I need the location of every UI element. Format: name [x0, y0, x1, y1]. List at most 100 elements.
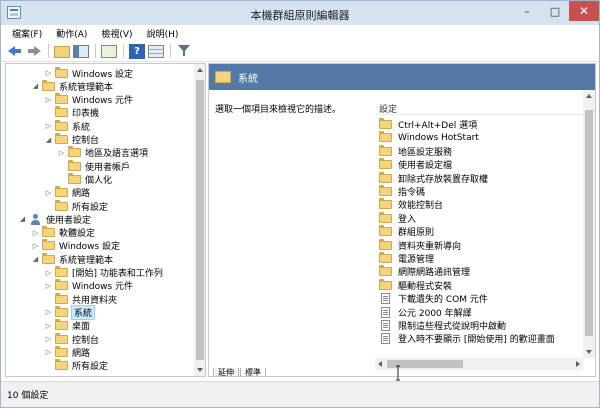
tree-item[interactable]: ▷ 控制台 [44, 332, 99, 346]
expand-arrow-icon[interactable]: ▷ [44, 69, 53, 77]
folder-icon [42, 239, 55, 251]
scroll-up-icon[interactable] [586, 94, 592, 98]
collapse-arrow-icon[interactable]: ◢ [31, 255, 40, 263]
scroll-up-icon[interactable] [197, 68, 203, 72]
tree-item[interactable]: 使用者帳戶 [57, 159, 130, 173]
menu-file[interactable]: 檔案(F) [5, 27, 49, 40]
tree-item[interactable]: ▷ [開始] 功能表和工作列 [44, 266, 163, 280]
tree-item[interactable]: ◢ 系統管理範本 [31, 79, 113, 93]
list-item[interactable]: 公元 2000 年解譯 [379, 306, 472, 319]
show-pane-icon[interactable] [73, 44, 89, 58]
tree-item[interactable]: ▷ 桌面 [44, 319, 90, 333]
list-item[interactable]: 資料夾重新導向 [379, 238, 461, 252]
tree-vertical-scrollbar[interactable] [194, 64, 205, 376]
scroll-down-icon[interactable] [586, 350, 592, 354]
tree-scroll-thumb[interactable] [196, 80, 204, 360]
tree-item[interactable]: 個人化 [57, 172, 112, 186]
list-item[interactable]: 登入 [379, 211, 416, 225]
tree-item-label: 網路 [72, 189, 91, 200]
list-item[interactable]: 網際網路通訊管理 [379, 265, 470, 278]
list-item-label: 下載遺失的 COM 元件 [398, 295, 488, 306]
tree-item-label: Windows 設定 [72, 69, 134, 80]
tree-item[interactable]: ▷ 系統 [44, 304, 96, 320]
tree-item[interactable]: 所有設定 [44, 199, 108, 213]
list-item[interactable]: 下載遺失的 COM 元件 [379, 292, 488, 305]
list-item[interactable]: 登入時不要顯示 [開始使用] 的歡迎畫面 [379, 332, 555, 345]
expand-arrow-icon[interactable]: ▷ [57, 149, 66, 157]
navigation-tree[interactable]: ▷ Windows 設定 ◢ 系統管理範本 ▷ Windows 元件 印表機 ▷ 系統 ◢ 控制台 ▷… [5, 63, 206, 377]
expand-arrow-icon[interactable]: ▷ [44, 308, 53, 316]
maximize-button[interactable]: □ [541, 1, 569, 21]
details-vertical-scrollbar[interactable] [583, 90, 595, 358]
tree-item[interactable]: ▷ Windows 設定 [31, 239, 120, 253]
list-item[interactable]: 指令碼 [379, 185, 425, 198]
tree-item-label: Windows 元件 [72, 282, 134, 293]
title-bar[interactable]: 本機群組原則編輯器 – □ ✕ [1, 1, 599, 25]
folder-icon [55, 305, 68, 317]
tree-item[interactable]: ◢ 使用者設定 [18, 212, 91, 226]
scroll-left-icon[interactable] [378, 361, 382, 367]
back-arrow-icon[interactable] [7, 43, 23, 59]
settings-list[interactable]: 設定 Ctrl+Alt+Del 選項 Windows HotStart 地區設定服務… [375, 96, 595, 358]
scroll-right-icon[interactable] [576, 361, 580, 367]
list-item[interactable]: Windows HotStart [379, 131, 479, 144]
tree-item[interactable]: ▷ Windows 元件 [44, 93, 133, 107]
list-item[interactable]: 使用者設定檔 [379, 158, 452, 171]
close-button[interactable]: ✕ [569, 1, 599, 21]
policy-setting-icon [381, 293, 390, 305]
folder-icon [55, 292, 68, 304]
expand-arrow-icon[interactable]: ▷ [44, 269, 53, 277]
list-item[interactable]: 地區設定服務 [379, 144, 452, 158]
tree-item[interactable]: ▷ 網路 [44, 186, 90, 200]
list-item[interactable]: 群組原則 [379, 225, 434, 238]
properties-icon[interactable] [148, 44, 164, 58]
tree-item[interactable]: 所有設定 [44, 359, 108, 373]
expand-arrow-icon[interactable]: ▷ [44, 96, 53, 104]
list-item[interactable]: 效能控制台 [379, 198, 443, 211]
menu-help[interactable]: 說明(H) [140, 27, 186, 40]
folder-up-icon[interactable] [54, 46, 70, 58]
list-item-label: 指令碼 [398, 188, 426, 198]
filter-icon[interactable] [176, 43, 192, 59]
expand-arrow-icon[interactable]: ▷ [44, 189, 53, 197]
expand-arrow-icon[interactable]: ▷ [44, 335, 53, 343]
tab-standard[interactable]: 標準 [240, 368, 266, 376]
expand-arrow-icon[interactable]: ▷ [44, 348, 53, 356]
tree-item-label: 桌面 [72, 322, 91, 333]
folder-icon [42, 79, 55, 91]
expand-arrow-icon[interactable]: ▷ [31, 229, 40, 237]
tree-item[interactable]: ▷ Windows 元件 [44, 279, 133, 293]
expand-arrow-icon[interactable]: ▷ [44, 122, 53, 130]
tree-item[interactable]: 印表機 [44, 106, 99, 120]
export-list-icon[interactable] [101, 44, 117, 58]
details-scroll-thumb[interactable] [585, 110, 593, 336]
tab-extended[interactable]: 延伸 [213, 368, 239, 376]
list-item[interactable]: 電源管理 [379, 252, 434, 265]
tree-item[interactable]: ▷ 系統 [44, 119, 90, 133]
tree-item[interactable]: ◢ 系統管理範本 [31, 252, 113, 266]
collapse-arrow-icon[interactable]: ◢ [18, 215, 27, 223]
expand-arrow-icon[interactable]: ▷ [44, 282, 53, 290]
tree-item[interactable]: ▷ 軟體設定 [31, 226, 95, 240]
tree-item[interactable]: 共用資料夾 [44, 292, 117, 306]
list-item[interactable]: 限制這些程式從說明中啟動 [379, 319, 506, 332]
forward-arrow-icon[interactable] [26, 43, 42, 59]
help-icon[interactable]: ? [129, 43, 145, 59]
tree-item[interactable]: ▷ Windows 設定 [44, 66, 133, 80]
details-horizontal-scrollbar[interactable] [375, 358, 583, 370]
list-item[interactable]: 驅動程式安裝 [379, 278, 452, 292]
folder-icon [55, 279, 68, 291]
tree-item[interactable]: ▷ 地區及語言選項 [57, 146, 148, 160]
list-item[interactable]: Ctrl+Alt+Del 選項 [379, 118, 477, 131]
collapse-arrow-icon[interactable]: ◢ [44, 136, 53, 144]
menu-action[interactable]: 動作(A) [49, 27, 94, 40]
tree-item[interactable]: ◢ 控制台 [44, 133, 99, 147]
list-item[interactable]: 卸除式存放裝置存取權 [379, 171, 488, 185]
expand-arrow-icon[interactable]: ▷ [44, 322, 53, 330]
scroll-down-icon[interactable] [197, 368, 203, 372]
collapse-arrow-icon[interactable]: ◢ [31, 82, 40, 90]
menu-view[interactable]: 檢視(V) [94, 27, 139, 40]
expand-arrow-icon[interactable]: ▷ [31, 242, 40, 250]
tree-item[interactable]: ▷ 網路 [44, 345, 90, 359]
minimize-button[interactable]: – [513, 1, 541, 21]
